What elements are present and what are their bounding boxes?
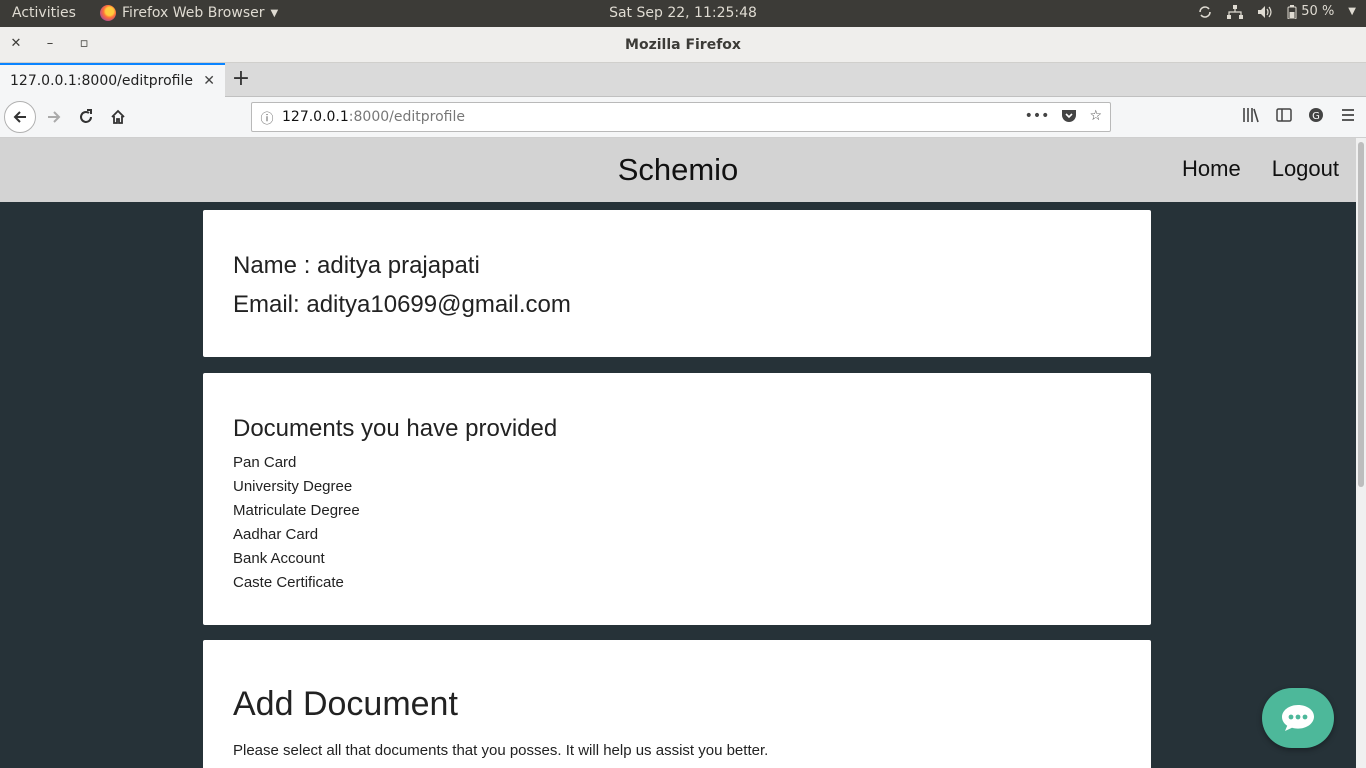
close-icon[interactable]: ✕: [8, 36, 24, 51]
tab-strip: 127.0.0.1:8000/editprofile ✕ +: [0, 63, 1366, 97]
documents-list: Pan Card University Degree Matriculate D…: [233, 451, 360, 595]
sync-icon: [1197, 5, 1213, 19]
system-tray[interactable]: 50 % ▼: [1197, 4, 1356, 19]
back-icon[interactable]: [4, 101, 36, 133]
chat-button[interactable]: [1262, 688, 1334, 748]
window-title: Mozilla Firefox: [625, 37, 741, 53]
profile-email: Email: aditya10699@gmail.com: [233, 291, 571, 318]
documents-card: Documents you have provided Pan Card Uni…: [203, 373, 1151, 625]
reload-icon[interactable]: [72, 103, 100, 131]
tab-title: 127.0.0.1:8000/editprofile: [10, 73, 193, 89]
url-host: 127.0.0.1: [282, 109, 349, 125]
app-menu-label: Firefox Web Browser: [122, 5, 265, 21]
bookmark-star-icon[interactable]: ☆: [1089, 108, 1102, 127]
browser-tab[interactable]: 127.0.0.1:8000/editprofile ✕: [0, 63, 225, 97]
document-item: Aadhar Card: [233, 526, 319, 543]
url-path: :8000/editprofile: [348, 109, 465, 125]
home-icon[interactable]: [104, 103, 132, 131]
minimize-icon[interactable]: –: [42, 36, 58, 51]
profile-card: Name : aditya prajapati Email: aditya106…: [203, 210, 1151, 357]
battery-icon: [1287, 4, 1297, 19]
chevron-down-icon: ▼: [270, 7, 279, 19]
network-icon: [1227, 4, 1244, 19]
document-item: University Degree: [233, 478, 353, 495]
add-document-card: Add Document Please select all that docu…: [203, 640, 1151, 768]
svg-text:G: G: [1312, 111, 1320, 122]
document-item: Bank Account: [233, 550, 325, 567]
add-document-heading: Add Document: [233, 685, 458, 723]
page-viewport: Schemio Home Logout Name : aditya prajap…: [0, 138, 1366, 768]
document-item: Pan Card: [233, 454, 297, 471]
url-bar[interactable]: ⓘ 127.0.0.1:8000/editprofile ••• ☆: [251, 102, 1111, 132]
url-actions: ••• ☆: [1025, 108, 1110, 127]
firefox-icon: [100, 5, 116, 21]
battery-indicator: 50 %: [1287, 4, 1334, 19]
window-controls: ✕ – ▫: [8, 36, 92, 51]
scrollbar-thumb[interactable]: [1358, 142, 1364, 487]
hamburger-menu-icon[interactable]: [1340, 107, 1356, 127]
window-title-bar: ✕ – ▫ Mozilla Firefox: [0, 27, 1366, 63]
app-menu[interactable]: Firefox Web Browser ▼: [100, 5, 278, 21]
document-item: Matriculate Degree: [233, 502, 360, 519]
documents-heading: Documents you have provided: [233, 415, 558, 442]
new-tab-icon[interactable]: +: [230, 67, 252, 91]
site-brand[interactable]: Schemio: [0, 152, 1356, 188]
profile-name: Name : aditya prajapati: [233, 252, 480, 279]
chat-bubble-icon: [1282, 705, 1314, 731]
activities-button[interactable]: Activities: [12, 5, 76, 21]
battery-percent: 50 %: [1301, 4, 1335, 19]
nav-home-link[interactable]: Home: [1182, 156, 1241, 182]
navigation-toolbar: ⓘ 127.0.0.1:8000/editprofile ••• ☆ G: [0, 97, 1366, 138]
page-scrollbar[interactable]: [1356, 138, 1366, 768]
os-top-bar: Activities Firefox Web Browser ▼ Sat Sep…: [0, 0, 1366, 27]
site-header: Schemio Home Logout: [0, 138, 1356, 202]
site-nav: Home Logout: [1182, 156, 1339, 182]
info-icon[interactable]: ⓘ: [252, 108, 282, 127]
chevron-down-icon: ▼: [1348, 6, 1356, 17]
sidebar-icon[interactable]: [1276, 107, 1292, 127]
volume-icon: [1257, 5, 1273, 19]
pocket-icon[interactable]: [1061, 108, 1077, 127]
document-item: Caste Certificate: [233, 574, 344, 591]
add-document-description: Please select all that documents that yo…: [233, 742, 769, 759]
extension-icon[interactable]: G: [1308, 107, 1324, 127]
close-icon[interactable]: ✕: [203, 73, 215, 89]
browser-tools: G: [1242, 107, 1356, 127]
forward-icon[interactable]: [40, 103, 68, 131]
page-actions-icon[interactable]: •••: [1025, 108, 1050, 127]
maximize-icon[interactable]: ▫: [76, 36, 92, 51]
nav-logout-link[interactable]: Logout: [1272, 156, 1339, 182]
library-icon[interactable]: [1242, 107, 1260, 127]
